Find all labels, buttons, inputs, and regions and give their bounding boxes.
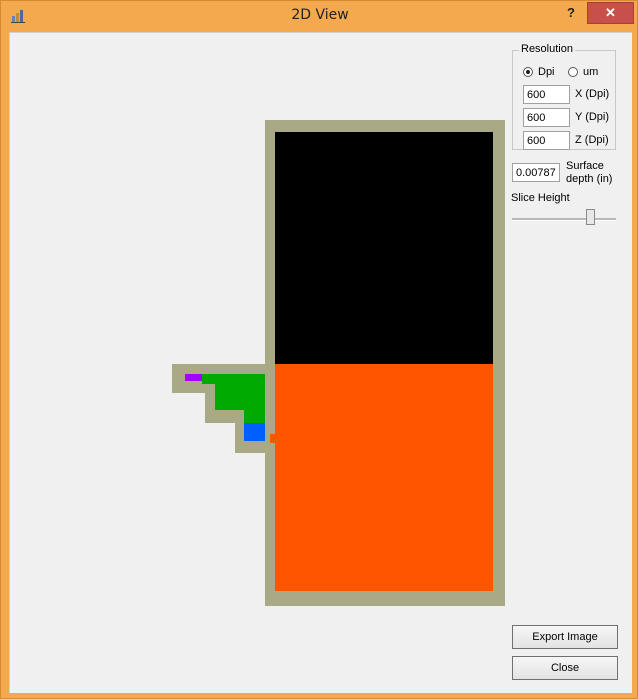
y-dpi-label: Y (Dpi) (575, 111, 610, 123)
um-radio[interactable]: um (568, 65, 598, 79)
slice-height-slider[interactable] (512, 218, 616, 221)
body-region (270, 364, 493, 591)
window-title: 2D View (291, 7, 349, 23)
dialog-client-area: Resolution Dpi um X (Dpi) Y (Dpi) Z (Dpi… (9, 32, 632, 693)
dpi-radio-indicator (523, 67, 533, 77)
dpi-radio[interactable]: Dpi (523, 65, 555, 79)
um-radio-label: um (583, 66, 599, 78)
window-close-button[interactable]: ✕ (587, 2, 634, 24)
x-dpi-input[interactable] (523, 85, 570, 104)
slice-height-label: Slice Height (511, 192, 570, 204)
dpi-radio-label: Dpi (538, 66, 555, 78)
z-dpi-label: Z (Dpi) (575, 134, 609, 146)
surface-depth-label-line1: Surface (566, 160, 604, 172)
title-bar[interactable]: 2D View ? ✕ (1, 1, 638, 32)
help-button[interactable]: ? (557, 3, 585, 25)
void-region (275, 132, 493, 364)
surface-depth-input[interactable] (512, 163, 560, 182)
blue-region (244, 423, 265, 441)
surface-depth-label-line2: depth (in) (566, 173, 613, 185)
purple-region (185, 374, 202, 381)
dialog-window: 2D View ? ✕ Resolution Dpi um X (Dpi) (0, 0, 638, 699)
z-dpi-input[interactable] (523, 131, 570, 150)
resolution-group-label: Resolution (519, 43, 575, 55)
resolution-group: Resolution Dpi um X (Dpi) Y (Dpi) Z (Dpi… (512, 43, 616, 150)
slice-height-slider-thumb[interactable] (586, 209, 596, 225)
slice-view-canvas[interactable] (10, 33, 505, 673)
close-button[interactable]: Close (512, 656, 618, 680)
x-dpi-label: X (Dpi) (575, 88, 610, 100)
um-radio-indicator (568, 67, 578, 77)
y-dpi-input[interactable] (523, 108, 570, 127)
export-image-button[interactable]: Export Image (512, 625, 618, 649)
